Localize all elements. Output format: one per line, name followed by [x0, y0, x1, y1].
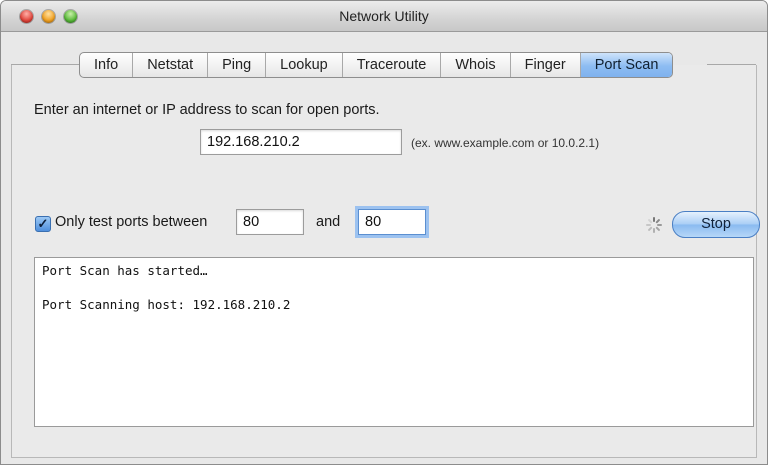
address-input[interactable]: 192.168.210.2 — [200, 129, 402, 155]
stop-button[interactable]: Stop — [672, 211, 760, 238]
tab-bar: Info Netstat Ping Lookup Traceroute Whoi… — [79, 52, 674, 78]
only-test-ports-label: Only test ports between — [55, 214, 208, 230]
and-label: and — [316, 214, 341, 230]
port-from-input[interactable]: 80 — [236, 209, 304, 235]
network-utility-window: Network Utility Info Netstat Ping Lookup… — [0, 0, 768, 465]
tab-port-scan[interactable]: Port Scan — [580, 53, 673, 77]
output-line: Port Scanning host: 192.168.210.2 — [42, 297, 291, 312]
port-to-input[interactable]: 80 — [358, 209, 426, 235]
scan-output[interactable]: Port Scan has started… Port Scanning hos… — [34, 257, 754, 427]
tab-info[interactable]: Info — [80, 53, 134, 77]
tab-divider-left — [11, 64, 79, 65]
tab-ping[interactable]: Ping — [208, 53, 267, 77]
progress-spinner-icon — [646, 217, 662, 233]
address-hint: (ex. www.example.com or 10.0.2.1) — [411, 136, 600, 150]
tab-finger[interactable]: Finger — [511, 53, 581, 77]
title-bar[interactable]: Network Utility — [1, 1, 767, 32]
address-prompt: Enter an internet or IP address to scan … — [34, 102, 380, 118]
tab-netstat[interactable]: Netstat — [133, 53, 209, 77]
tab-lookup[interactable]: Lookup — [266, 53, 343, 77]
tab-whois[interactable]: Whois — [441, 53, 511, 77]
checkmark-icon[interactable]: ✓ — [35, 216, 51, 232]
window-title: Network Utility — [339, 8, 429, 24]
tab-traceroute[interactable]: Traceroute — [343, 53, 442, 77]
tab-divider-right — [707, 64, 756, 65]
output-line: Port Scan has started… — [42, 263, 208, 278]
